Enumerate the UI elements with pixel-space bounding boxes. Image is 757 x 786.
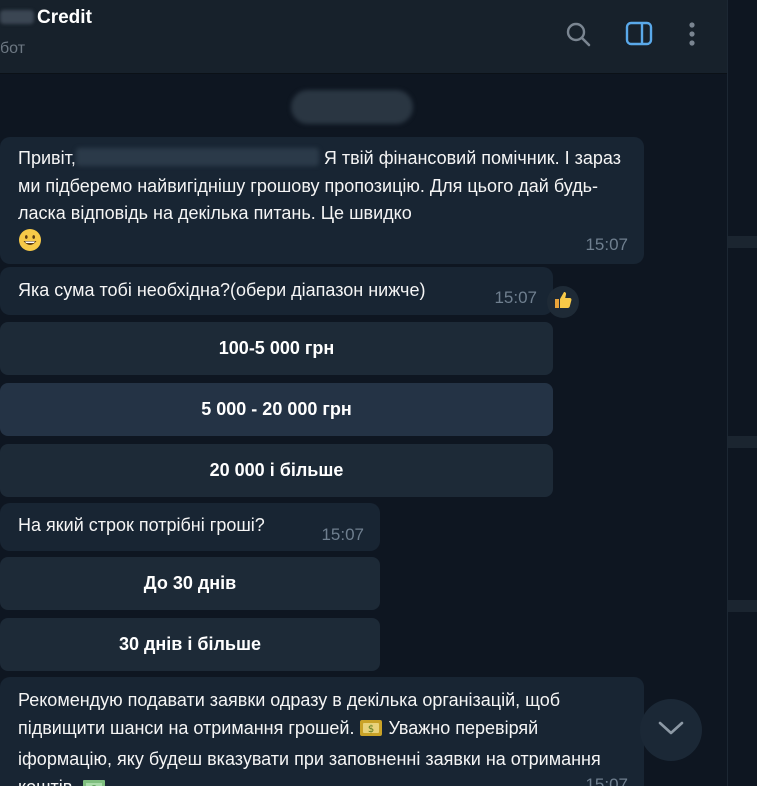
- panel-divider: [728, 436, 757, 448]
- term-option-button[interactable]: До 30 днів: [0, 557, 380, 610]
- message-text: На який строк потрібні гроші?: [18, 515, 265, 535]
- scroll-to-bottom-button[interactable]: [640, 699, 702, 761]
- chat-subtitle: бот: [0, 40, 26, 57]
- amount-option-button[interactable]: 5 000 - 20 000 грн: [0, 383, 553, 436]
- money-bag-emoji-icon: $: [359, 718, 383, 747]
- chat-title[interactable]: Credit: [0, 7, 92, 29]
- reaction-badge[interactable]: [547, 286, 579, 318]
- message-time: 15:07: [585, 775, 628, 786]
- amount-option-button[interactable]: 20 000 і більше: [0, 444, 553, 497]
- chat-header: Credit бот: [0, 0, 727, 74]
- panel-divider: [728, 600, 757, 612]
- message-bubble[interactable]: На який строк потрібні гроші? 15:07: [0, 503, 380, 551]
- sidebar-toggle-icon[interactable]: [624, 19, 654, 49]
- thumbs-up-icon: [553, 290, 573, 314]
- amount-option-button[interactable]: 100-5 000 грн: [0, 322, 553, 375]
- message-time: 15:07: [321, 525, 364, 544]
- chevron-down-icon: [656, 718, 686, 742]
- svg-text:$: $: [368, 724, 374, 735]
- banknote-emoji-icon: [82, 778, 106, 786]
- message-text: Яка сума тобі необхідна?(обери діапазон …: [18, 280, 426, 300]
- redacted-text: [75, 148, 319, 166]
- date-separator: [291, 90, 413, 124]
- grinning-emoji-icon: [18, 228, 42, 261]
- message-text: Привіт,: [18, 148, 76, 168]
- chat-title-text: Credit: [37, 7, 92, 28]
- right-panel-edge: [727, 0, 757, 786]
- message-bubble[interactable]: Привіт, Я твій фінансовий помічник. І за…: [0, 137, 644, 264]
- message-time: 15:07: [494, 288, 537, 307]
- message-bubble[interactable]: Яка сума тобі необхідна?(обери діапазон …: [0, 267, 553, 315]
- redacted-name: [0, 10, 34, 24]
- message-bubble[interactable]: Рекомендую подавати заявки одразу в декі…: [0, 677, 644, 786]
- message-time: 15:07: [585, 234, 628, 254]
- term-option-button[interactable]: 30 днів і більше: [0, 618, 380, 671]
- panel-divider: [728, 236, 757, 248]
- search-icon[interactable]: [563, 19, 593, 49]
- more-vertical-icon[interactable]: [677, 19, 707, 49]
